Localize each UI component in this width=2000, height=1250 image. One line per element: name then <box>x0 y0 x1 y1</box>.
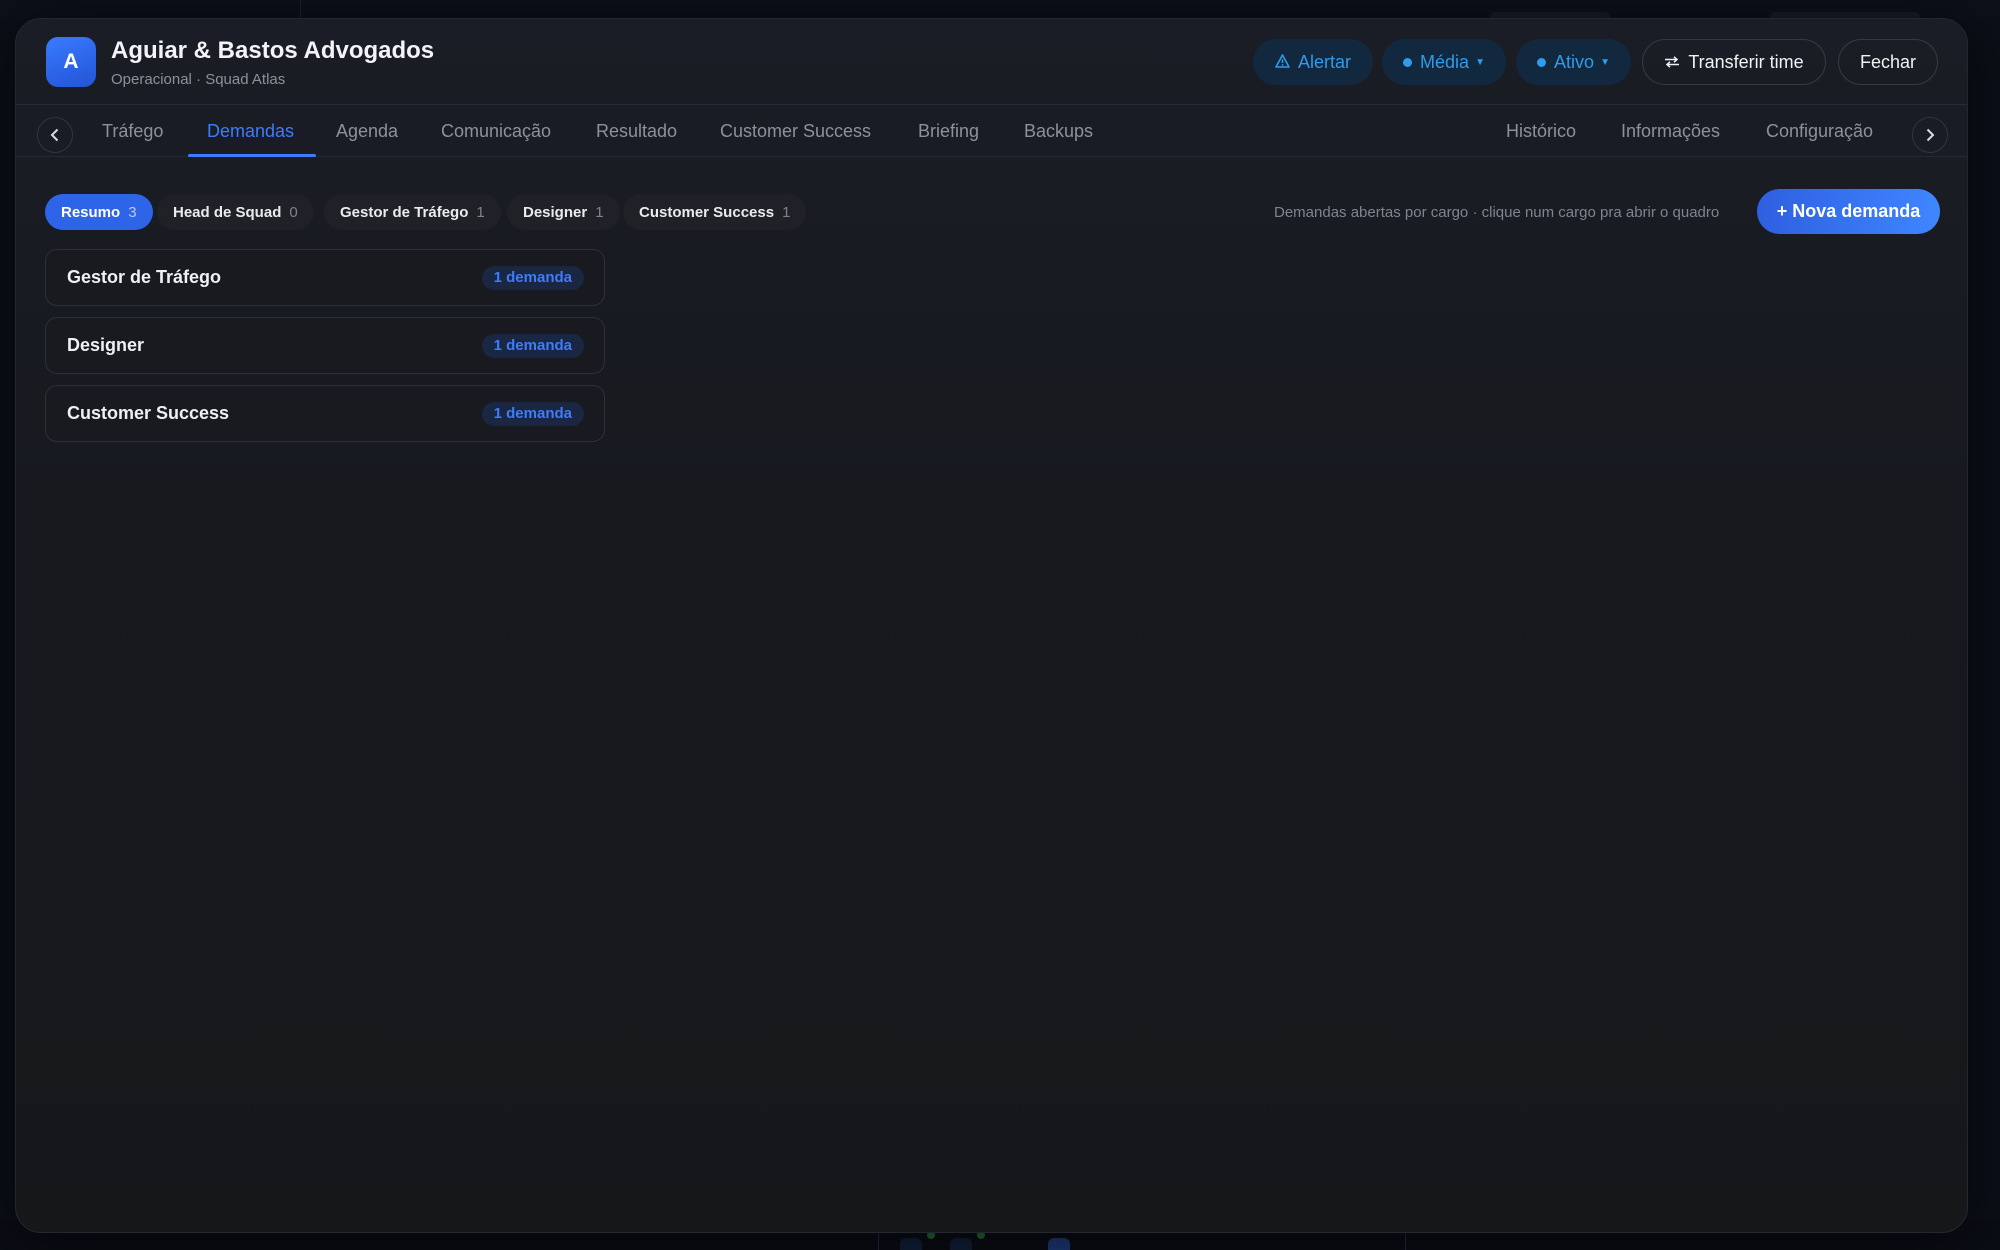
tab-informacoes[interactable]: Informações <box>1621 105 1720 157</box>
caret-down-icon: ▼ <box>1475 56 1485 68</box>
filter-chip-gestor-de-trafego[interactable]: Gestor de Tráfego 1 <box>324 194 501 230</box>
filter-chip-count: 0 <box>289 203 298 221</box>
role-name: Customer Success <box>67 403 230 423</box>
filter-chip-head-de-squad[interactable]: Head de Squad 0 <box>157 194 314 230</box>
priority-label: Média <box>1420 51 1470 72</box>
background-google-icon <box>950 1238 972 1250</box>
new-demand-button[interactable]: + Nova demanda <box>1757 189 1940 234</box>
chevron-right-icon[interactable] <box>1912 117 1948 153</box>
tab-historico[interactable]: Histórico <box>1506 105 1576 157</box>
demand-count-badge: 1 demanda <box>481 402 584 426</box>
filter-chip-label: Designer <box>523 203 588 221</box>
client-modal: A Aguiar & Bastos Advogados Operacional … <box>15 18 1968 1233</box>
tab-demandas[interactable]: Demandas <box>207 105 294 157</box>
filter-chip-customer-success[interactable]: Customer Success 1 <box>623 194 807 230</box>
filter-chip-label: Gestor de Tráfego <box>340 203 469 221</box>
background-facebook-icon <box>900 1238 922 1250</box>
role-row-customer-success[interactable]: Customer Success 1 demanda <box>45 385 605 442</box>
tab-bar: Tráfego Demandas Agenda Comunicação Resu… <box>16 105 1967 157</box>
demand-count-badge: 1 demanda <box>481 334 584 358</box>
swap-arrows-icon <box>1664 52 1680 73</box>
status-dropdown[interactable]: Ativo ▼ <box>1516 39 1631 85</box>
client-subtitle: Operacional · Squad Atlas <box>111 71 286 88</box>
transfer-label: Transferir time <box>1688 51 1804 72</box>
active-tab-indicator <box>188 154 316 157</box>
role-name: Gestor de Tráfego <box>67 267 222 287</box>
tab-comunicacao[interactable]: Comunicação <box>441 105 551 157</box>
tab-customer-success[interactable]: Customer Success <box>720 105 871 157</box>
filter-chip-count: 3 <box>128 203 137 221</box>
alert-label: Alertar <box>1297 51 1351 72</box>
close-button[interactable]: Fechar <box>1838 39 1938 85</box>
chevron-left-icon[interactable] <box>37 117 73 153</box>
filter-chip-count: 1 <box>595 203 604 221</box>
background-avatar-icon <box>1048 1238 1070 1250</box>
client-avatar: A <box>46 37 96 87</box>
demand-count-badge: 1 demanda <box>481 266 584 290</box>
role-row-designer[interactable]: Designer 1 demanda <box>45 317 605 374</box>
alert-button[interactable]: Alertar <box>1253 39 1373 85</box>
filter-chip-label: Resumo <box>61 203 121 221</box>
filter-chip-count: 1 <box>476 203 485 221</box>
priority-dropdown[interactable]: Média ▼ <box>1382 39 1506 85</box>
caret-down-icon: ▼ <box>1600 56 1610 68</box>
transfer-team-button[interactable]: Transferir time <box>1642 39 1826 85</box>
tab-backups[interactable]: Backups <box>1024 105 1093 157</box>
background-divider <box>300 0 301 18</box>
filter-chip-count: 1 <box>782 203 791 221</box>
modal-header: A Aguiar & Bastos Advogados Operacional … <box>16 19 1967 105</box>
tab-configuracao[interactable]: Configuração <box>1766 105 1873 157</box>
tab-resultado[interactable]: Resultado <box>596 105 677 157</box>
warning-triangle-icon <box>1275 52 1290 73</box>
tab-agenda[interactable]: Agenda <box>336 105 398 157</box>
role-name: Designer <box>67 335 145 355</box>
filter-chip-label: Customer Success <box>639 203 775 221</box>
tab-trafego[interactable]: Tráfego <box>102 105 163 157</box>
filter-chip-label: Head de Squad <box>173 203 282 221</box>
status-dot-icon <box>1537 57 1547 67</box>
filter-chip-designer[interactable]: Designer 1 <box>507 194 620 230</box>
priority-dot-icon <box>1403 57 1413 67</box>
role-row-gestor-de-trafego[interactable]: Gestor de Tráfego 1 demanda <box>45 249 605 306</box>
status-label: Ativo <box>1554 51 1595 72</box>
filter-chip-resumo[interactable]: Resumo 3 <box>45 194 153 230</box>
demands-hint: Demandas abertas por cargo · clique num … <box>1274 204 1720 221</box>
tab-briefing[interactable]: Briefing <box>918 105 979 157</box>
client-title: Aguiar & Bastos Advogados <box>111 37 435 64</box>
